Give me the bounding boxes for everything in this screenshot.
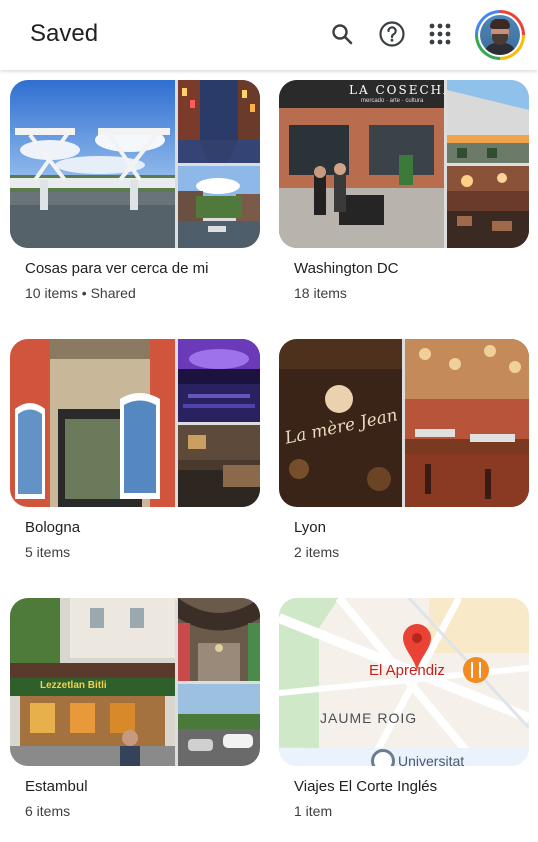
photo-lyon-dining-room [405, 339, 529, 507]
page-title: Saved [30, 20, 99, 47]
list-thumbnail: La mère Jean [279, 339, 529, 507]
list-subtitle: 5 items [25, 544, 71, 560]
cosecha-sign: LA COSECHA [349, 83, 444, 97]
photo-la-cosecha: LA COSECHA mercado · arte · cultura [279, 80, 444, 248]
photo-bologna-storefront [10, 339, 175, 507]
list-thumbnail [10, 339, 260, 507]
avatar[interactable] [475, 10, 525, 60]
list-subtitle: 10 items • Shared [25, 285, 136, 301]
photo-drawbridge [10, 80, 175, 248]
list-subtitle: 18 items [294, 285, 347, 301]
photo-grand-bazaar [178, 598, 260, 681]
photo-concert-hall [178, 339, 260, 422]
list-title: Bologna [25, 519, 81, 536]
photo-parking-lot [178, 684, 260, 766]
list-title: Lyon [294, 519, 326, 536]
list-subtitle: 1 item [294, 803, 333, 819]
list-subtitle: 2 items [294, 544, 340, 560]
map-district-label: JAUME ROIG [320, 710, 418, 726]
map-place-label: El Aprendiz [369, 662, 445, 679]
map-preview: El Aprendiz JAUME ROIG Universitat [279, 598, 529, 766]
profile-photo-icon [480, 15, 520, 55]
map-bottom-label: Universitat [398, 753, 465, 766]
help-icon[interactable] [374, 16, 410, 52]
search-icon[interactable] [324, 16, 360, 52]
photo-la-mere-jean-sign: La mère Jean [279, 339, 402, 507]
list-title: Cosas para ver cerca de mi [25, 260, 209, 277]
apps-grid-icon[interactable] [422, 16, 458, 52]
list-subtitle: 6 items [25, 803, 71, 819]
photo-canal-day [178, 166, 260, 248]
list-thumbnail: El Aprendiz JAUME ROIG Universitat [279, 598, 529, 766]
photo-restaurant-interior [447, 166, 529, 248]
list-title: Estambul [25, 778, 88, 795]
list-title: Washington DC [294, 260, 399, 277]
photo-bar-interior [178, 425, 260, 507]
list-title: Viajes El Corte Inglés [294, 778, 438, 795]
list-thumbnail: LA COSECHA mercado · arte · cultura [279, 80, 529, 248]
photo-canal-night [178, 80, 260, 163]
app-bar: Saved [0, 0, 538, 70]
photo-istanbul-kiosk: Lezzetlan Bitli [10, 598, 175, 766]
list-thumbnail [10, 80, 260, 248]
photo-building-exterior [447, 80, 529, 163]
cosecha-subsign: mercado · arte · cultura [361, 98, 424, 104]
istanbul-sign: Lezzetlan Bitli [40, 680, 107, 691]
list-thumbnail: Lezzetlan Bitli [10, 598, 260, 766]
